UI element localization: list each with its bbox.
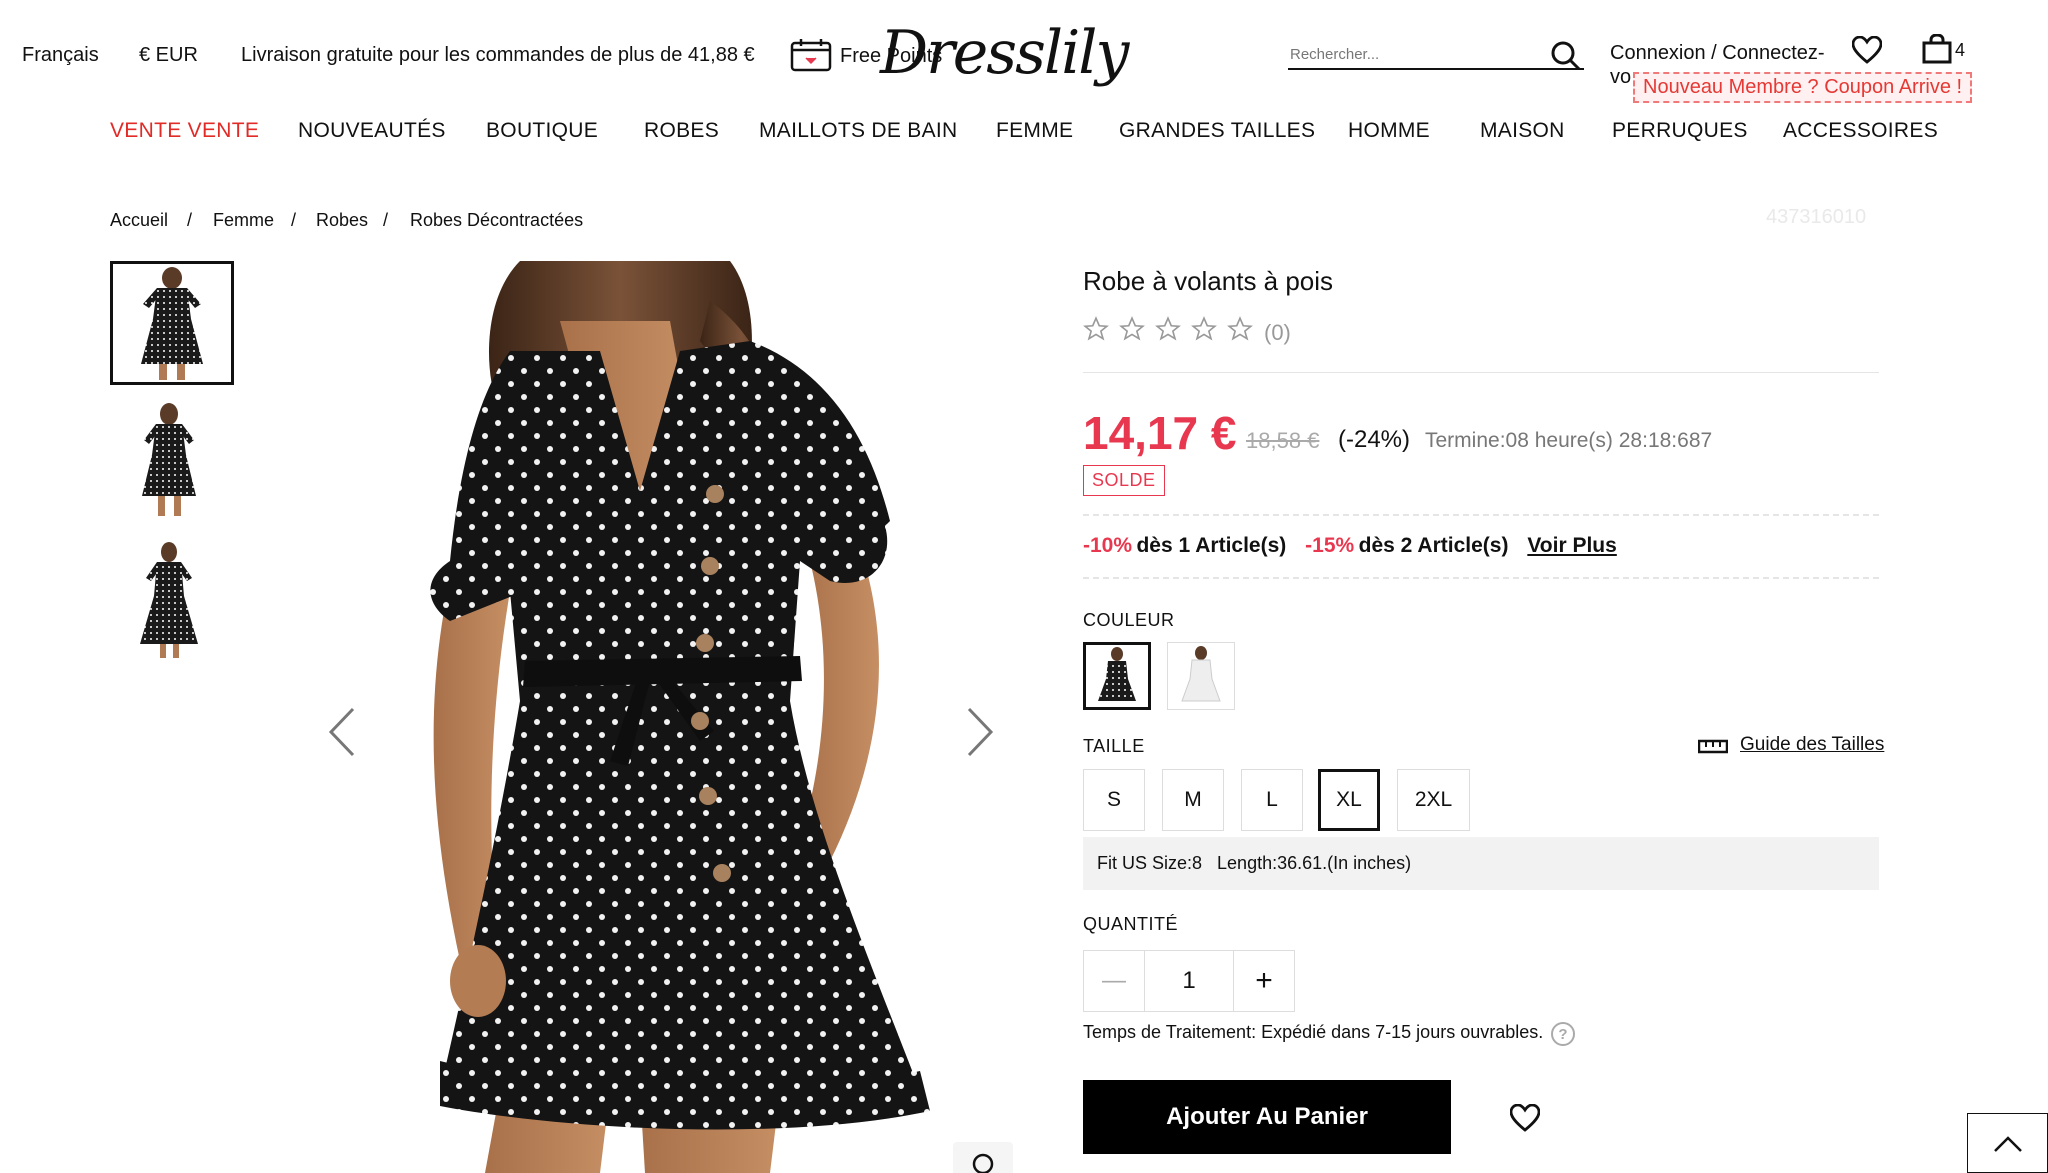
language-selector[interactable]: Français — [22, 44, 99, 67]
thumbnail-3[interactable] — [124, 540, 214, 658]
color-swatch-white[interactable] — [1167, 642, 1235, 710]
star-icon — [1191, 316, 1217, 341]
quantity-increase-button[interactable]: + — [1233, 950, 1295, 1012]
product-sku: 437316010 — [1766, 206, 1867, 228]
breadcrumb-femme[interactable]: Femme — [213, 210, 274, 231]
nav-vente[interactable]: VENTE VENTE — [110, 119, 259, 143]
nav-robes[interactable]: ROBES — [644, 119, 719, 143]
dress-thumbnail-image — [141, 267, 203, 380]
help-question-icon[interactable]: ? — [1551, 1022, 1575, 1046]
color-swatch-black[interactable] — [1083, 642, 1151, 710]
bulk-discount-promo: -10% dès 1 Article(s) -15% dès 2 Article… — [1083, 534, 1617, 558]
quantity-label: QUANTITÉ — [1083, 914, 1179, 934]
thumbnail-1[interactable] — [110, 261, 234, 385]
back-to-top-button[interactable] — [1967, 1113, 2048, 1173]
new-member-coupon-badge[interactable]: Nouveau Membre ? Coupon Arrive ! — [1633, 72, 1973, 103]
nav-nouveautes[interactable]: NOUVEAUTÉS — [298, 119, 446, 143]
black-dress-swatch-image — [1098, 647, 1136, 701]
dress-thumbnail-image — [140, 542, 198, 658]
promo-tier-1-text: dès 1 Article(s) — [1136, 534, 1287, 557]
main-product-image[interactable] — [310, 261, 1030, 1173]
search-icon[interactable] — [1550, 40, 1582, 72]
review-count[interactable]: (0) — [1264, 320, 1291, 346]
divider-dashed — [1083, 577, 1879, 579]
current-price: 14,17 € — [1083, 407, 1237, 459]
calendar-icon[interactable] — [790, 38, 832, 72]
nav-maison[interactable]: MAISON — [1480, 119, 1565, 143]
chevron-up-icon — [1993, 1136, 2022, 1152]
add-to-wishlist-heart-icon[interactable] — [1509, 1103, 1541, 1132]
promo-tier-2-text: dès 2 Article(s) — [1358, 534, 1509, 557]
sale-badge: SOLDE — [1083, 465, 1165, 496]
breadcrumb-separator: / — [291, 210, 297, 230]
discount-percentage: (-24%) — [1338, 426, 1411, 453]
breadcrumb-accueil[interactable]: Accueil — [110, 210, 168, 231]
product-title: Robe à volants à pois — [1083, 266, 1334, 296]
nav-accessoires[interactable]: ACCESSOIRES — [1783, 119, 1938, 143]
nav-homme[interactable]: HOMME — [1348, 119, 1430, 143]
previous-image-arrow-icon[interactable] — [325, 705, 359, 759]
size-option-m[interactable]: M — [1162, 769, 1224, 831]
color-label: COULEUR — [1083, 610, 1175, 630]
size-guide-link[interactable]: Guide des Tailles — [1740, 734, 1884, 756]
size-option-2xl[interactable]: 2XL — [1397, 769, 1470, 831]
nav-grandes-tailles[interactable]: GRANDES TAILLES — [1119, 119, 1315, 143]
cart-count: 4 — [1955, 40, 1966, 60]
shopping-bag-icon[interactable] — [1922, 33, 1952, 64]
search-input[interactable]: Rechercher... — [1288, 40, 1584, 70]
fit-info-bar: Fit US Size:8 Length:36.61.(In inches) — [1083, 837, 1879, 890]
polka-dot-dress-photo — [430, 261, 930, 1173]
promo-tier-1-percent: -10% — [1083, 534, 1133, 557]
login-link[interactable]: Connexion / Connectez- — [1610, 42, 1825, 65]
breadcrumb-separator: / — [187, 210, 193, 230]
wishlist-heart-icon[interactable] — [1851, 35, 1883, 64]
original-price: 18,58 € — [1246, 428, 1320, 453]
thumbnail-2[interactable] — [124, 400, 214, 518]
nav-boutique[interactable]: BOUTIQUE — [486, 119, 598, 143]
dress-thumbnail-image — [142, 403, 196, 516]
divider-dashed — [1083, 514, 1879, 516]
quantity-input[interactable]: 1 — [1145, 950, 1233, 1012]
free-shipping-notice: Livraison gratuite pour les commandes de… — [241, 44, 755, 66]
rating-stars[interactable] — [1083, 316, 1258, 346]
zoom-icon[interactable] — [953, 1142, 1013, 1173]
star-icon — [1155, 316, 1181, 341]
quantity-decrease-button[interactable]: — — [1083, 950, 1145, 1012]
promo-tier-2-percent: -15% — [1305, 534, 1355, 557]
add-to-cart-button[interactable]: Ajouter Au Panier — [1083, 1080, 1451, 1154]
nav-femme[interactable]: FEMME — [996, 119, 1073, 143]
login-link-continued[interactable]: vo — [1610, 66, 1631, 89]
star-icon — [1227, 316, 1253, 341]
white-dress-swatch-image — [1181, 646, 1221, 702]
star-icon — [1119, 316, 1145, 341]
search-placeholder: Rechercher... — [1290, 46, 1380, 63]
currency-selector[interactable]: € EUR — [139, 44, 198, 67]
ruler-icon[interactable] — [1697, 738, 1729, 754]
breadcrumb-robes-decontractees: Robes Décontractées — [410, 210, 584, 230]
divider — [1083, 372, 1879, 373]
size-label: TAILLE — [1083, 736, 1145, 756]
nav-maillots[interactable]: MAILLOTS DE BAIN — [759, 119, 958, 143]
quantity-stepper[interactable]: — 1 + — [1083, 950, 1295, 1012]
size-option-l[interactable]: L — [1241, 769, 1303, 831]
next-image-arrow-icon[interactable] — [963, 705, 997, 759]
star-icon — [1083, 316, 1109, 341]
breadcrumb-separator: / — [383, 210, 389, 230]
size-option-s[interactable]: S — [1083, 769, 1145, 831]
size-option-xl[interactable]: XL — [1318, 769, 1380, 831]
nav-perruques[interactable]: PERRUQUES — [1612, 119, 1748, 143]
voir-plus-link[interactable]: Voir Plus — [1527, 534, 1616, 557]
dresslily-logo[interactable]: Dresslily — [880, 18, 1129, 88]
processing-time: Temps de Traitement: Expédié dans 7-15 j… — [1083, 1022, 1544, 1042]
breadcrumb-robes[interactable]: Robes — [316, 210, 368, 231]
sale-countdown-timer: Termine:08 heure(s) 28:18:687 — [1425, 429, 1713, 452]
